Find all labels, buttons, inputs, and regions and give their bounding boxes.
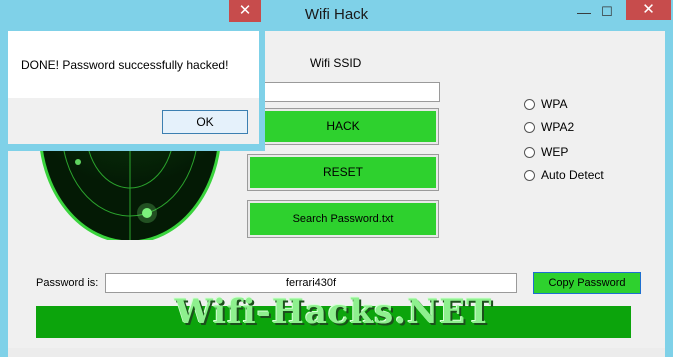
- message-text: DONE! Password successfully hacked!: [21, 58, 229, 72]
- radio-wep[interactable]: WEP: [524, 144, 568, 160]
- ok-button[interactable]: OK: [162, 110, 248, 134]
- minimize-icon[interactable]: —: [574, 4, 594, 22]
- status-strip: [8, 348, 665, 357]
- password-label: Password is:: [36, 277, 99, 289]
- radio-label: WPA2: [541, 120, 575, 134]
- radio-button-icon[interactable]: [524, 121, 535, 133]
- search-password-button[interactable]: Search Password.txt: [247, 200, 439, 238]
- ssid-label: Wifi SSID: [310, 56, 362, 70]
- radar-icon: [30, 140, 222, 240]
- maximize-icon[interactable]: ☐: [597, 4, 617, 22]
- radio-button-icon[interactable]: [524, 169, 535, 181]
- banner-logo-text: Wifi-Hacks.NET: [174, 292, 493, 332]
- reset-button[interactable]: RESET: [247, 154, 439, 191]
- radio-button-icon[interactable]: [524, 146, 535, 158]
- radio-label: WPA: [541, 97, 568, 111]
- radio-label: WEP: [541, 145, 569, 159]
- hack-button[interactable]: HACK: [247, 108, 439, 145]
- radio-wpa[interactable]: WPA: [524, 96, 567, 112]
- close-icon[interactable]: ✕: [626, 0, 671, 20]
- radio-wpa2[interactable]: WPA2: [524, 119, 574, 135]
- ssid-input[interactable]: [248, 82, 440, 102]
- radio-label: Auto Detect: [541, 168, 604, 182]
- radio-button-icon[interactable]: [524, 98, 535, 110]
- password-field[interactable]: ferrari430f: [105, 273, 517, 293]
- radio-auto-detect[interactable]: Auto Detect: [524, 167, 604, 183]
- copy-password-button[interactable]: Copy Password: [533, 272, 641, 294]
- close-icon[interactable]: ✕: [229, 0, 261, 22]
